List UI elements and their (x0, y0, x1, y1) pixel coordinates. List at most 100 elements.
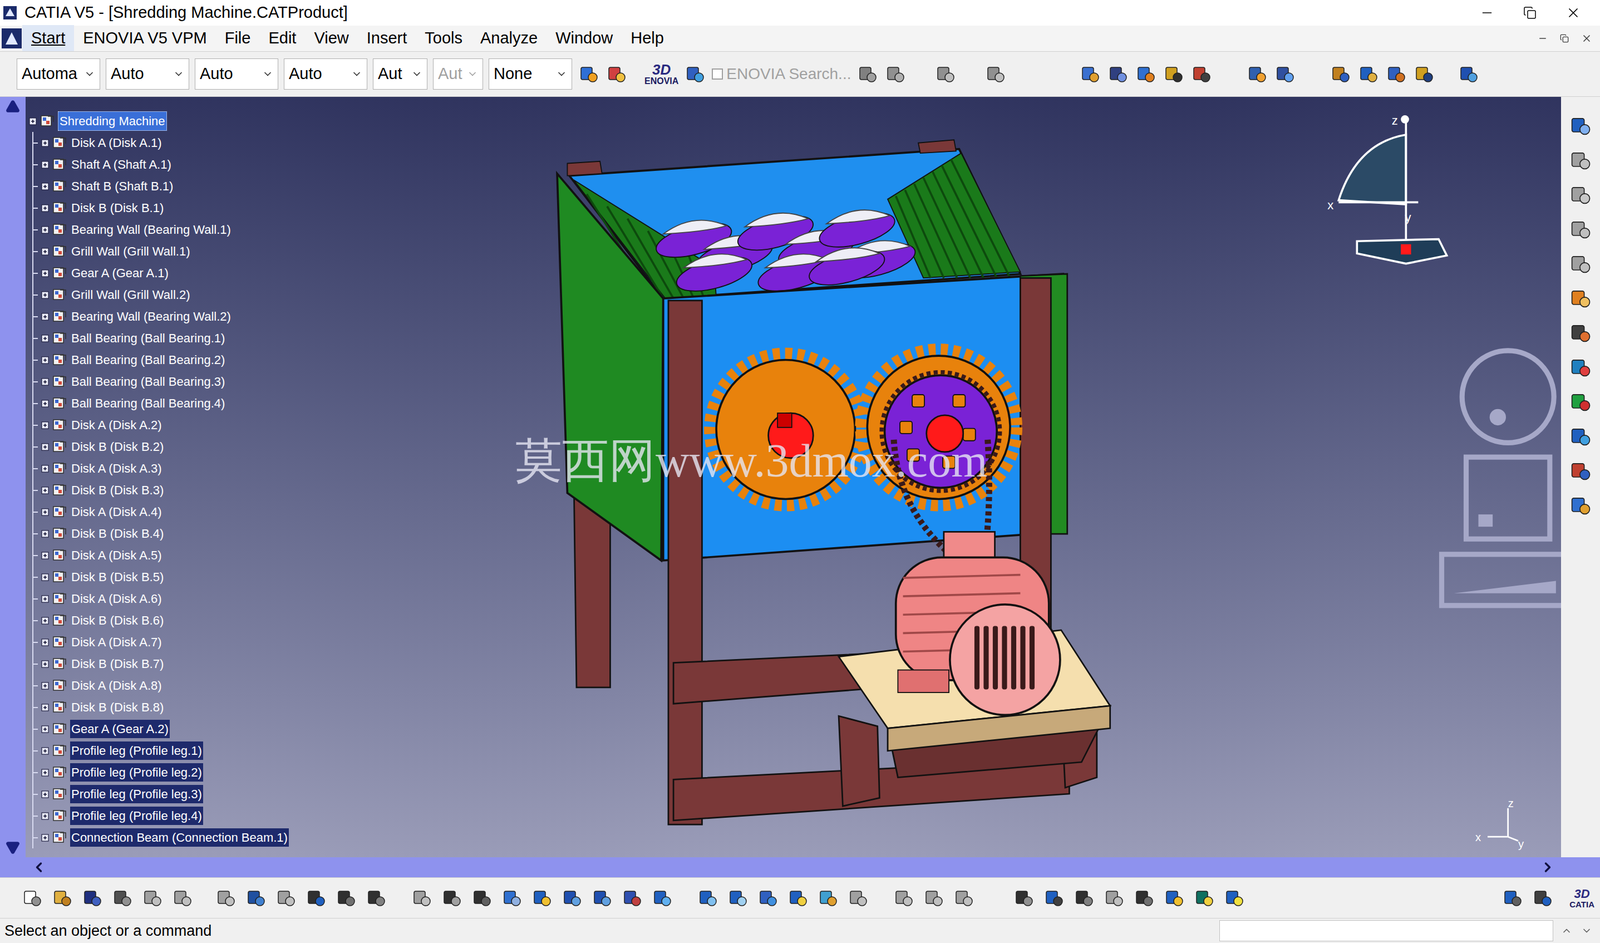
tree-row[interactable]: Profile leg (Profile leg.1) (33, 739, 289, 762)
expand-icon[interactable] (41, 811, 49, 820)
toolbar-icon[interactable] (934, 62, 957, 86)
toolbar-icon[interactable] (244, 886, 268, 909)
toolbar-icon[interactable] (1385, 62, 1408, 86)
toolbar-icon[interactable] (1568, 493, 1593, 518)
expand-icon[interactable] (41, 746, 49, 755)
menu-item[interactable]: Help (621, 25, 673, 52)
status-options-icon[interactable] (1581, 924, 1593, 937)
toolbar-icon[interactable] (335, 886, 358, 909)
toolbar-icon[interactable] (1246, 62, 1269, 86)
expand-icon[interactable] (41, 529, 49, 538)
style-dropdown[interactable]: None (488, 58, 573, 90)
toolbar-icon[interactable] (756, 886, 780, 909)
toolbar-icon[interactable] (856, 62, 879, 86)
tree-row[interactable]: Disk B (Disk B.2) (33, 435, 289, 458)
tree-row[interactable]: Profile leg (Profile leg.4) (33, 804, 289, 827)
toolbar-icon[interactable] (1072, 886, 1096, 909)
tree-row[interactable]: Bearing Wall (Bearing Wall.2) (33, 305, 289, 328)
expand-icon[interactable] (41, 703, 49, 712)
restore-icon[interactable] (1523, 6, 1537, 20)
toolbar-icon[interactable] (274, 886, 298, 909)
tree-root[interactable]: Shredding Machine (28, 110, 289, 132)
close-icon[interactable] (1565, 5, 1582, 21)
tree-row[interactable]: Disk B (Disk B.5) (33, 565, 289, 588)
expand-icon[interactable] (41, 139, 49, 147)
expand-icon[interactable] (41, 356, 49, 364)
toolbar-icon[interactable] (440, 886, 464, 909)
tree-row[interactable]: Gear A (Gear A.1) (33, 262, 289, 284)
toolbar-icon[interactable] (21, 886, 44, 909)
toolbar-icon[interactable] (141, 886, 164, 909)
toolbar-icon[interactable] (605, 62, 628, 86)
expand-icon[interactable] (41, 768, 49, 777)
expand-icon[interactable] (41, 573, 49, 582)
tree-row[interactable]: Disk A (Disk A.1) (33, 131, 289, 154)
toolbar-icon[interactable] (696, 886, 720, 909)
toolbar-icon[interactable] (892, 886, 915, 909)
tree-row[interactable]: Ball Bearing (Ball Bearing.1) (33, 327, 289, 349)
expand-icon[interactable] (41, 160, 49, 169)
minimize-icon[interactable] (1479, 5, 1495, 21)
toolbar-icon[interactable] (984, 62, 1007, 86)
tree-row[interactable]: Disk A (Disk A.5) (33, 544, 289, 566)
tree-row[interactable]: Disk A (Disk A.8) (33, 674, 289, 697)
toolbar-icon[interactable] (1357, 62, 1380, 86)
toolbar-icon[interactable] (1457, 62, 1480, 86)
expand-icon[interactable] (41, 399, 49, 408)
expand-icon[interactable] (41, 551, 49, 560)
expand-icon[interactable] (41, 681, 49, 690)
menu-item[interactable]: Edit (259, 25, 305, 52)
status-toggle-icon[interactable] (1561, 924, 1573, 937)
expand-icon[interactable] (41, 247, 49, 256)
scroll-right-icon[interactable] (1539, 859, 1556, 875)
tree-row[interactable]: Profile leg (Profile leg.2) (33, 761, 289, 784)
menu-item[interactable]: Window (546, 25, 622, 52)
tree-row[interactable]: Gear A (Gear A.2) (33, 717, 289, 740)
toolbar-icon[interactable] (1568, 148, 1593, 173)
toolbar-icon[interactable] (816, 886, 840, 909)
toolbar-icon[interactable] (1103, 886, 1126, 909)
style-dropdown[interactable]: Aut (372, 58, 428, 90)
tree-row[interactable]: Disk A (Disk A.7) (33, 631, 289, 653)
toolbar-icon[interactable] (1568, 286, 1593, 311)
menu-item[interactable]: Tools (415, 25, 472, 52)
menu-item[interactable]: ENOVIA V5 VPM (74, 25, 216, 52)
toolbar-icon[interactable] (1413, 62, 1436, 86)
toolbar-icon[interactable] (1273, 62, 1297, 86)
tree-row[interactable]: Disk B (Disk B.7) (33, 652, 289, 675)
toolbar-icon[interactable] (304, 886, 328, 909)
toolbar-icon[interactable] (922, 886, 945, 909)
expand-icon[interactable] (41, 182, 49, 191)
toolbar-icon[interactable] (1190, 62, 1213, 86)
expand-icon[interactable] (41, 660, 49, 668)
toolbar-icon[interactable] (560, 886, 584, 909)
style-dropdown[interactable]: Auto (194, 58, 279, 90)
expand-icon[interactable] (28, 117, 37, 126)
tree-row[interactable]: Disk B (Disk B.1) (33, 197, 289, 219)
tree-row[interactable]: Disk A (Disk A.2) (33, 414, 289, 436)
toolbar-icon[interactable] (1042, 886, 1066, 909)
tree-row[interactable]: Disk A (Disk A.3) (33, 457, 289, 480)
toolbar-icon[interactable] (365, 886, 388, 909)
expand-icon[interactable] (41, 464, 49, 473)
toolbar-icon[interactable] (1568, 251, 1593, 277)
menu-item[interactable]: Insert (357, 25, 417, 52)
tree-row[interactable]: Disk B (Disk B.3) (33, 479, 289, 501)
toolbar-icon[interactable] (1568, 355, 1593, 380)
toolbar-icon[interactable] (651, 886, 674, 909)
toolbar-icon[interactable] (1162, 62, 1185, 86)
expand-icon[interactable] (41, 442, 49, 451)
expand-icon[interactable] (41, 312, 49, 321)
tree-row[interactable]: Grill Wall (Grill Wall.1) (33, 240, 289, 263)
command-field[interactable] (1219, 919, 1554, 942)
expand-icon[interactable] (41, 421, 49, 430)
toolbar-icon[interactable] (683, 62, 707, 86)
expand-icon[interactable] (41, 508, 49, 516)
tree-row[interactable]: Disk B (Disk B.6) (33, 609, 289, 632)
toolbar-icon[interactable] (1568, 113, 1593, 139)
toolbar-icon[interactable] (591, 886, 614, 909)
toolbar-icon[interactable] (952, 886, 976, 909)
expand-icon[interactable] (41, 833, 49, 842)
toolbar-icon[interactable] (1568, 424, 1593, 449)
style-dropdown[interactable]: Automa (16, 58, 101, 90)
